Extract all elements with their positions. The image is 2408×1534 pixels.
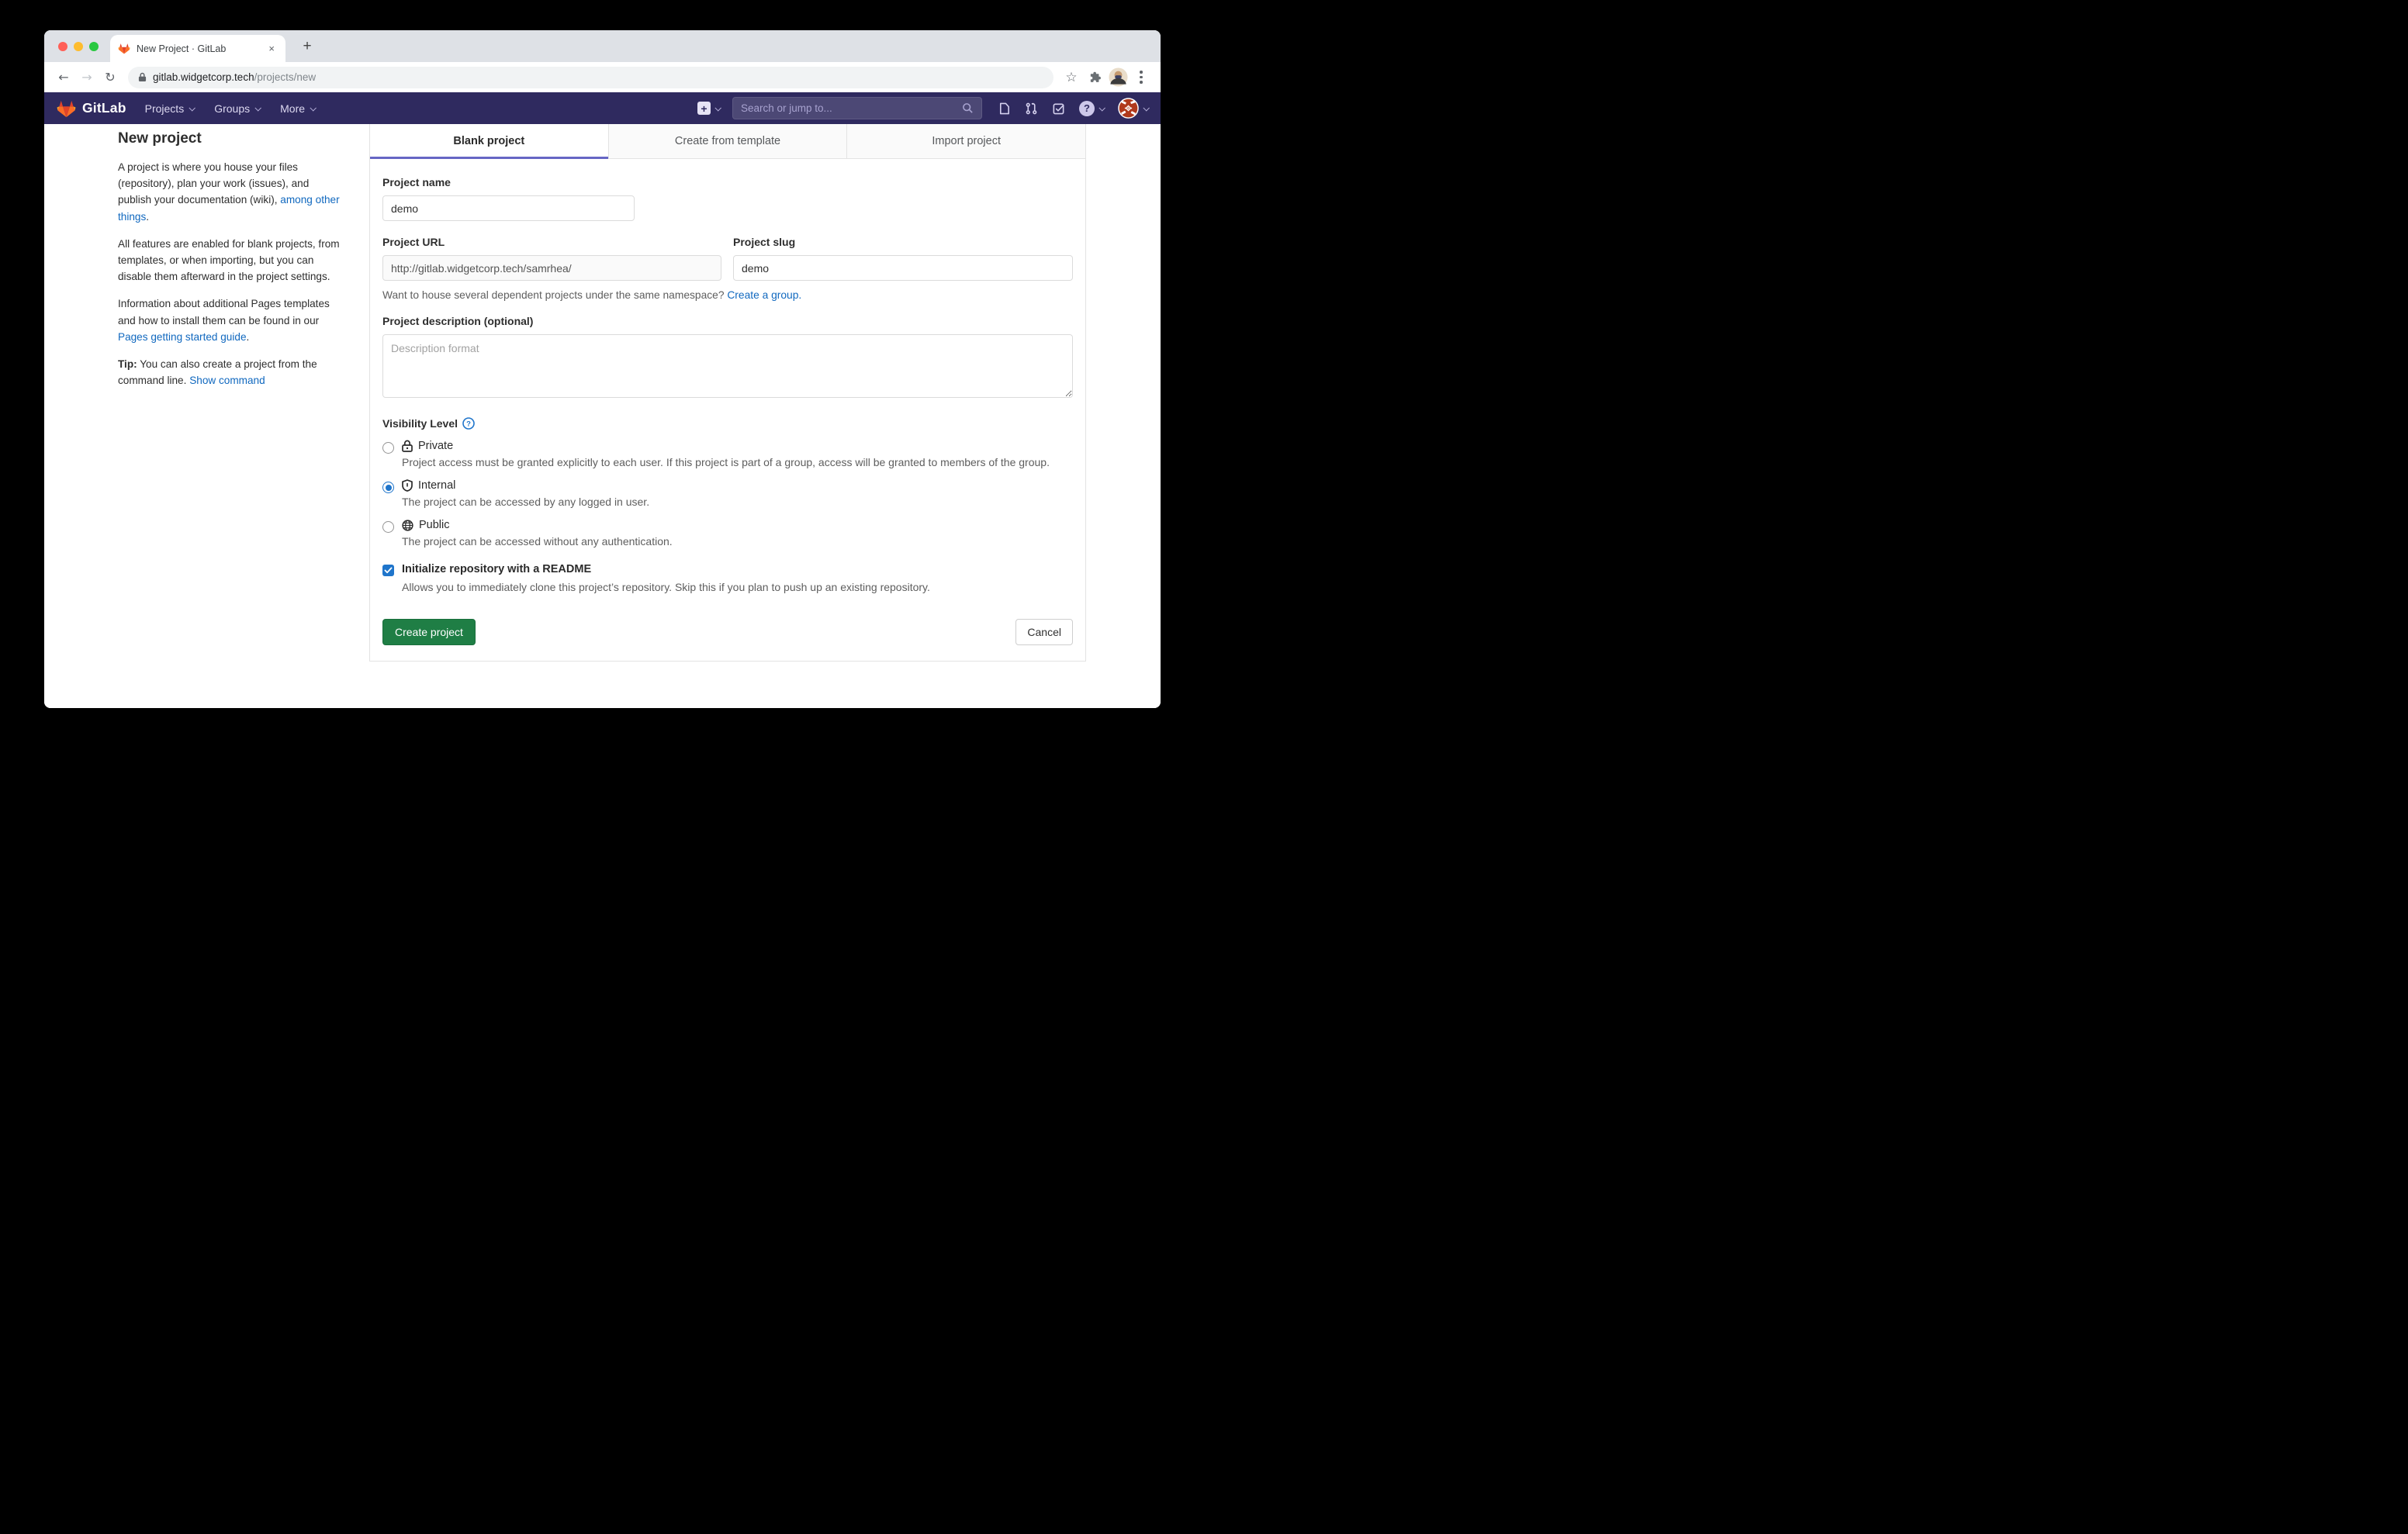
help-icon: ? — [1079, 101, 1095, 116]
readme-checkbox[interactable] — [382, 565, 394, 576]
pages-guide-link[interactable]: Pages getting started guide — [118, 331, 247, 343]
internal-description: The project can be accessed by any logge… — [402, 494, 649, 510]
project-slug-input[interactable] — [733, 255, 1073, 281]
tab-blank-project[interactable]: Blank project — [370, 124, 609, 158]
private-label[interactable]: Private — [418, 440, 453, 452]
new-tab-button[interactable]: + — [297, 36, 317, 57]
public-radio[interactable] — [382, 521, 394, 533]
nav-groups[interactable]: Groups — [214, 102, 260, 115]
browser-toolbar: ← → ↻ gitlab.widgetcorp.tech/projects/ne… — [44, 62, 1161, 92]
merge-requests-icon[interactable] — [1025, 102, 1038, 116]
gitlab-brand[interactable]: GitLab — [82, 100, 126, 116]
readme-label[interactable]: Initialize repository with a README — [402, 563, 930, 575]
minimize-window-button[interactable] — [74, 42, 83, 51]
help-question-icon[interactable]: ? — [462, 417, 475, 430]
new-project-card: Blank project Create from template Impor… — [369, 124, 1086, 662]
project-slug-label: Project slug — [733, 236, 1073, 248]
new-menu-button[interactable]: + — [697, 102, 720, 115]
nav-projects[interactable]: Projects — [145, 102, 195, 115]
browser-menu-icon[interactable] — [1130, 71, 1153, 84]
readme-description: Allows you to immediately clone this pro… — [402, 579, 930, 596]
extensions-puzzle-icon[interactable] — [1083, 71, 1106, 84]
browser-window: New Project · GitLab × + ← → ↻ gitlab.wi… — [44, 30, 1161, 708]
chevron-down-icon — [310, 105, 316, 111]
blank-project-form: Project name Project URL Project slug Wa… — [370, 159, 1085, 661]
visibility-option-public: Public The project can be accessed witho… — [382, 519, 1073, 550]
bookmark-star-icon[interactable]: ☆ — [1060, 70, 1083, 85]
page-url: gitlab.widgetcorp.tech/projects/new — [153, 71, 316, 83]
forward-icon: → — [75, 70, 99, 85]
shield-icon — [402, 479, 413, 492]
chevron-down-icon — [714, 105, 721, 111]
window-controls — [58, 42, 99, 51]
private-description: Project access must be granted explicitl… — [402, 454, 1050, 471]
visibility-option-private: Private Project access must be granted e… — [382, 440, 1073, 471]
tab-create-from-template[interactable]: Create from template — [609, 124, 848, 158]
form-actions: Create project Cancel — [382, 619, 1073, 645]
public-description: The project can be accessed without any … — [402, 534, 673, 550]
chevron-down-icon — [189, 105, 195, 111]
cancel-button[interactable]: Cancel — [1015, 619, 1073, 645]
internal-label[interactable]: Internal — [418, 479, 455, 492]
sidebar-paragraph: Information about additional Pages templ… — [118, 295, 345, 345]
nav-more[interactable]: More — [280, 102, 315, 115]
visibility-option-internal: Internal The project can be accessed by … — [382, 479, 1073, 510]
lock-icon — [402, 440, 413, 452]
sidebar-paragraph: All features are enabled for blank proje… — [118, 236, 345, 285]
tab-title: New Project · GitLab — [137, 43, 259, 54]
reload-icon[interactable]: ↻ — [99, 70, 122, 85]
plus-icon: + — [697, 102, 711, 115]
visibility-level-header: Visibility Level ? — [382, 417, 1073, 430]
page-content: New project A project is where you house… — [44, 124, 1161, 708]
close-tab-icon[interactable]: × — [265, 42, 278, 55]
globe-icon — [402, 520, 413, 531]
public-label[interactable]: Public — [419, 519, 450, 531]
todos-icon[interactable] — [1052, 102, 1065, 116]
project-type-tabs: Blank project Create from template Impor… — [370, 124, 1085, 159]
private-radio[interactable] — [382, 442, 394, 454]
initialize-readme-row: Initialize repository with a README Allo… — [382, 563, 1073, 596]
gitlab-logo[interactable] — [57, 99, 76, 118]
search-input[interactable] — [741, 102, 962, 114]
show-command-link[interactable]: Show command — [189, 375, 265, 386]
address-bar[interactable]: gitlab.widgetcorp.tech/projects/new — [128, 67, 1054, 88]
user-menu[interactable] — [1118, 98, 1148, 119]
tab-import-project[interactable]: Import project — [847, 124, 1085, 158]
issues-icon[interactable] — [998, 102, 1011, 116]
create-a-group-link[interactable]: Create a group. — [727, 289, 801, 301]
close-window-button[interactable] — [58, 42, 67, 51]
project-name-label: Project name — [382, 176, 1073, 188]
chevron-down-icon — [1143, 105, 1149, 111]
project-description-label: Project description (optional) — [382, 315, 1073, 327]
help-menu[interactable]: ? — [1079, 101, 1104, 116]
project-url-label: Project URL — [382, 236, 721, 248]
gitlab-navbar: GitLab Projects Groups More + — [44, 92, 1161, 124]
project-url-input[interactable] — [382, 255, 721, 281]
lock-icon — [138, 72, 147, 82]
create-project-button[interactable]: Create project — [382, 619, 476, 645]
zoom-window-button[interactable] — [89, 42, 99, 51]
chevron-down-icon — [1098, 105, 1105, 111]
sidebar-paragraph: A project is where you house your files … — [118, 159, 345, 225]
project-name-input[interactable] — [382, 195, 635, 221]
sidebar-tip: Tip: You can also create a project from … — [118, 356, 345, 389]
chevron-down-icon — [255, 105, 261, 111]
browser-profile-avatar[interactable] — [1106, 67, 1130, 87]
visibility-level-label: Visibility Level — [382, 417, 458, 430]
user-avatar — [1118, 98, 1139, 119]
screenshot: New Project · GitLab × + ← → ↻ gitlab.wi… — [0, 0, 1204, 767]
check-icon — [384, 567, 393, 574]
project-description-textarea[interactable] — [382, 334, 1073, 398]
page-title: New project — [118, 130, 345, 147]
global-search[interactable] — [732, 97, 982, 119]
search-icon — [962, 102, 974, 114]
svg-text:?: ? — [466, 420, 471, 428]
browser-tab[interactable]: New Project · GitLab × — [110, 35, 285, 62]
back-icon[interactable]: ← — [52, 70, 75, 85]
browser-tab-strip: New Project · GitLab × + — [44, 30, 1161, 62]
gitlab-favicon — [118, 43, 130, 54]
namespace-hint: Want to house several dependent projects… — [382, 289, 1073, 301]
sidebar-help-column: New project A project is where you house… — [118, 130, 345, 399]
internal-radio[interactable] — [382, 482, 394, 493]
